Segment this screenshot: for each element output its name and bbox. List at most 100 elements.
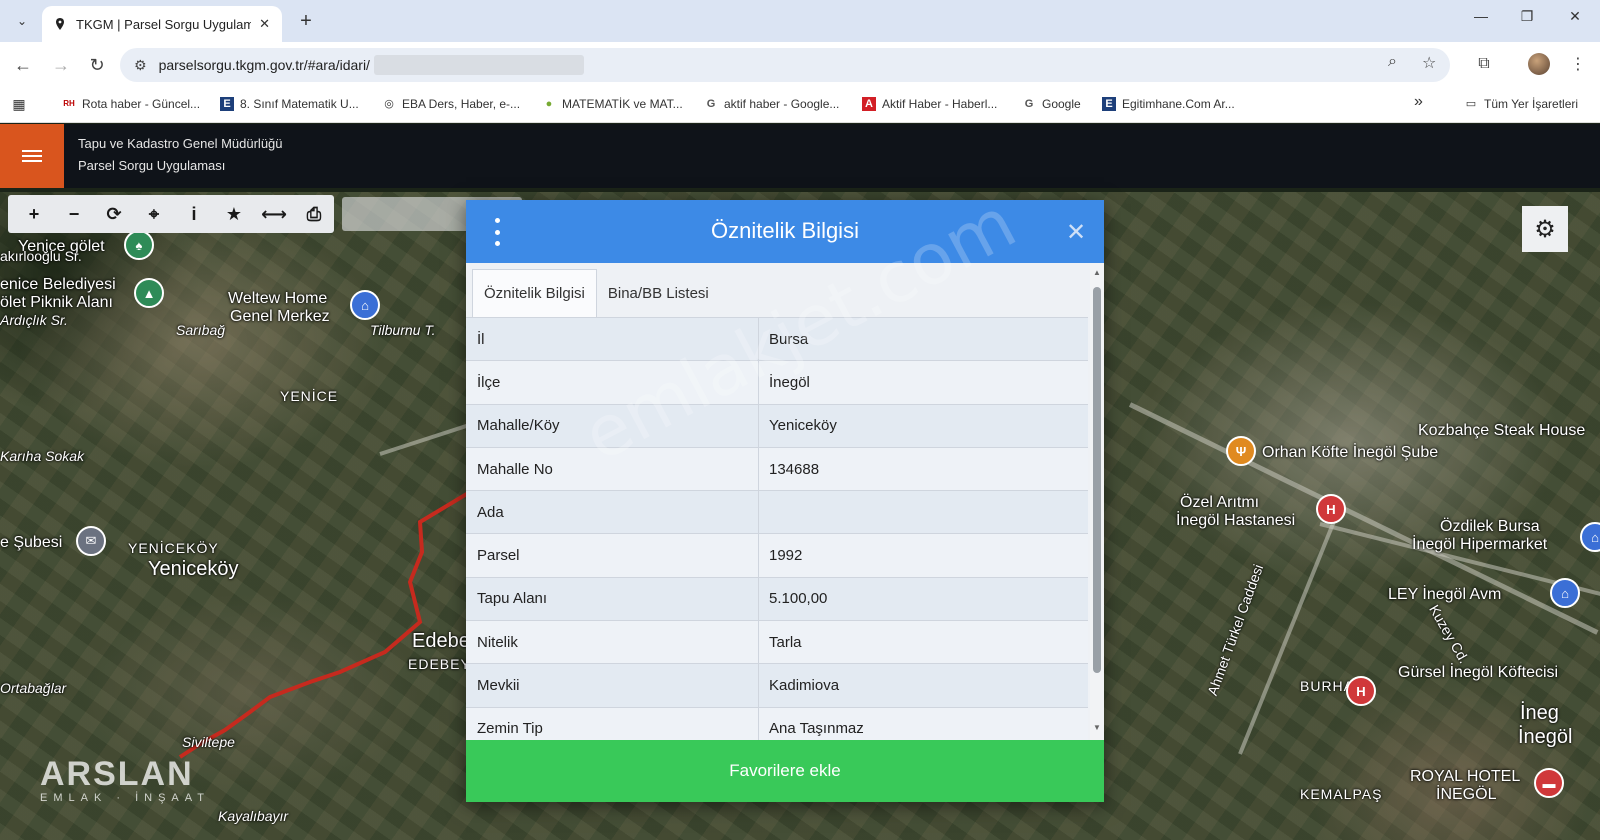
park-pin-icon[interactable]: ♠ — [124, 230, 154, 260]
hospital-pin-icon[interactable]: H — [1316, 494, 1346, 524]
map-label: Karıha Sokak — [0, 448, 85, 464]
map-label: Özel Arıtmı — [1180, 494, 1260, 511]
parcel-boundary-line — [178, 490, 472, 759]
map-label: Sarıbağ — [176, 322, 226, 338]
minimize-button[interactable]: — — [1466, 8, 1496, 24]
attribute-key: Zemin Tip — [466, 707, 759, 740]
folder-icon: ▭ — [1465, 98, 1477, 110]
add-to-favorites-button[interactable]: Favorilere ekle — [466, 740, 1104, 802]
map-label: Genel Merkez — [230, 308, 330, 325]
bookmark-star-icon[interactable]: ☆ — [1422, 53, 1436, 73]
map-label: Weltew Home — [228, 290, 328, 307]
table-row: Nitelik Tarla — [466, 621, 1088, 665]
park-pin-icon[interactable]: ▲ — [134, 278, 164, 308]
browser-tab-strip: ⌄ TKGM | Parsel Sorgu Uygulaması ✕ + — ❐… — [0, 0, 1600, 42]
maximize-button[interactable]: ❐ — [1512, 8, 1542, 25]
attribute-key: Mahalle/Köy — [466, 404, 759, 447]
mall-pin-icon[interactable]: ⌂ — [1550, 578, 1580, 608]
attribute-value: Kadimiova — [769, 677, 840, 695]
refresh-icon[interactable]: ⟳ — [94, 198, 134, 230]
attribute-value: 5.100,00 — [769, 590, 828, 608]
map-label: Siviltepe — [182, 734, 235, 750]
site-info-icon[interactable]: ⚙ — [134, 57, 147, 74]
scrollbar-thumb[interactable] — [1093, 287, 1101, 673]
favorite-star-icon[interactable]: ★ — [214, 198, 254, 230]
bookmark-eba[interactable]: ◎ EBA Ders, Haber, e-... — [382, 97, 520, 111]
map-label: İNEGÖL — [1436, 786, 1497, 803]
bookmark-egitimhane[interactable]: E Egitimhane.Com Ar... — [1102, 97, 1235, 111]
attribute-value — [759, 491, 1088, 533]
measure-icon[interactable]: ⟷ — [254, 198, 294, 230]
new-tab-button[interactable]: + — [294, 9, 318, 33]
locate-icon[interactable]: ⌖ — [134, 198, 174, 230]
extensions-icon[interactable]: ⧉ — [1472, 52, 1496, 76]
bookmarks-overflow-button[interactable]: » — [1414, 93, 1423, 111]
attribute-info-dialog: Öznitelik Bilgisi ✕ Öznitelik Bilgisi Bi… — [466, 200, 1104, 802]
map-label: Gürsel İnegöl Köftecisi — [1398, 664, 1559, 681]
attribute-value: Yeniceköy — [769, 417, 837, 435]
shop-pin-icon[interactable]: ⌂ — [1580, 522, 1600, 552]
hamburger-menu-button[interactable] — [0, 124, 64, 188]
bookmark-aktif-haber-google[interactable]: Gaktif haber - Google... — [704, 97, 840, 111]
dialog-close-icon[interactable]: ✕ — [1066, 218, 1086, 247]
post-office-pin-icon[interactable]: ✉ — [76, 526, 106, 556]
zoom-icon[interactable]: ⌕ — [1388, 53, 1397, 71]
map-label: İnegöl — [1518, 726, 1573, 748]
table-row: Parsel 1992 — [466, 534, 1088, 578]
shop-pin-icon[interactable]: ⌂ — [350, 290, 380, 320]
print-icon[interactable]: ⎙ — [294, 198, 334, 230]
map-label: enice Belediyesi — [0, 276, 116, 293]
info-icon[interactable]: i — [174, 198, 214, 230]
attribute-value: Ana Taşınmaz — [769, 720, 864, 738]
bookmark-matematik[interactable]: E 8. Sınıf Matematik U... — [220, 97, 359, 111]
address-bar-row: ← → ↻ ⚙ parselsorgu.tkgm.gov.tr/#ara/ida… — [0, 42, 1600, 87]
map-label: Yeniceköy — [148, 558, 239, 580]
table-row: Tapu Alanı 5.100,00 — [466, 577, 1088, 622]
bookmark-google[interactable]: G Google — [1022, 97, 1081, 111]
scroll-up-icon[interactable]: ▲ — [1093, 268, 1101, 277]
table-row: Ada — [466, 491, 1088, 535]
hotel-pin-icon[interactable]: ▬ — [1534, 768, 1564, 798]
attribute-key: Nitelik — [466, 621, 759, 664]
table-row: Zemin Tip Ana Taşınmaz — [466, 707, 1088, 740]
map-label: Edebe — [412, 630, 470, 652]
zoom-out-icon[interactable]: − — [54, 198, 94, 230]
attribute-key: Tapu Alanı — [466, 577, 759, 621]
browser-tab[interactable]: TKGM | Parsel Sorgu Uygulaması ✕ — [42, 6, 282, 42]
attribute-key: Ada — [466, 491, 759, 534]
restaurant-pin-icon[interactable]: Ψ — [1226, 436, 1256, 466]
map-label: ölet Piknik Alanı — [0, 294, 113, 311]
bookmark-rota-haber[interactable]: RH Rota haber - Güncel... — [62, 97, 200, 111]
url-bar[interactable]: ⚙ parselsorgu.tkgm.gov.tr/#ara/idari/ — [120, 48, 1450, 82]
profile-avatar[interactable] — [1528, 53, 1550, 75]
table-row: İlçe İnegöl — [466, 361, 1088, 405]
reload-icon[interactable]: ↻ — [84, 52, 110, 78]
dialog-tabs: Öznitelik Bilgisi Bina/BB Listesi — [472, 269, 720, 317]
dialog-scrollbar[interactable]: ▲ ▼ — [1090, 263, 1104, 740]
tab-building-list[interactable]: Bina/BB Listesi — [597, 269, 720, 317]
settings-gear-icon[interactable]: ⚙ — [1522, 206, 1568, 252]
map-toolbar: + − ⟳ ⌖ i ★ ⟷ ⎙ — [8, 195, 334, 233]
map-label: YENİCE — [280, 388, 339, 404]
bookmark-aktif-haber[interactable]: A Aktif Haber - Haberl... — [862, 97, 997, 111]
tab-close-icon[interactable]: ✕ — [259, 16, 270, 32]
attribute-table: İl Bursa İlçe İnegöl Mahalle/Köy Yeniceköy … — [466, 317, 1088, 740]
window-close-button[interactable]: ✕ — [1560, 8, 1590, 25]
bookmark-matematik-ve-mat[interactable]: ● MATEMATİK ve MAT... — [542, 97, 683, 111]
zoom-in-icon[interactable]: + — [14, 198, 54, 230]
map-label: KEMALPAŞ — [1300, 786, 1383, 802]
browser-menu-icon[interactable]: ⋮ — [1566, 52, 1590, 76]
app-name: Parsel Sorgu Uygulaması — [78, 158, 226, 173]
map-label: Orhan Köfte İnegöl Şube — [1262, 444, 1439, 461]
tab-search-icon[interactable]: ⌄ — [10, 9, 34, 33]
forward-arrow-icon[interactable]: → — [48, 52, 74, 78]
back-arrow-icon[interactable]: ← — [10, 52, 36, 78]
hospital-pin-icon[interactable]: H — [1346, 676, 1376, 706]
map-label: İnegöl Hastanesi — [1176, 512, 1296, 529]
all-bookmarks-folder[interactable]: ▭ Tüm Yer İşaretleri — [1464, 97, 1578, 111]
tab-attribute-info[interactable]: Öznitelik Bilgisi — [472, 269, 597, 317]
attribute-value: Bursa — [769, 330, 809, 348]
map-label: Tilburnu T. — [370, 322, 436, 338]
apps-grid-icon[interactable]: ▦ — [12, 97, 32, 111]
scroll-down-icon[interactable]: ▼ — [1093, 723, 1101, 732]
